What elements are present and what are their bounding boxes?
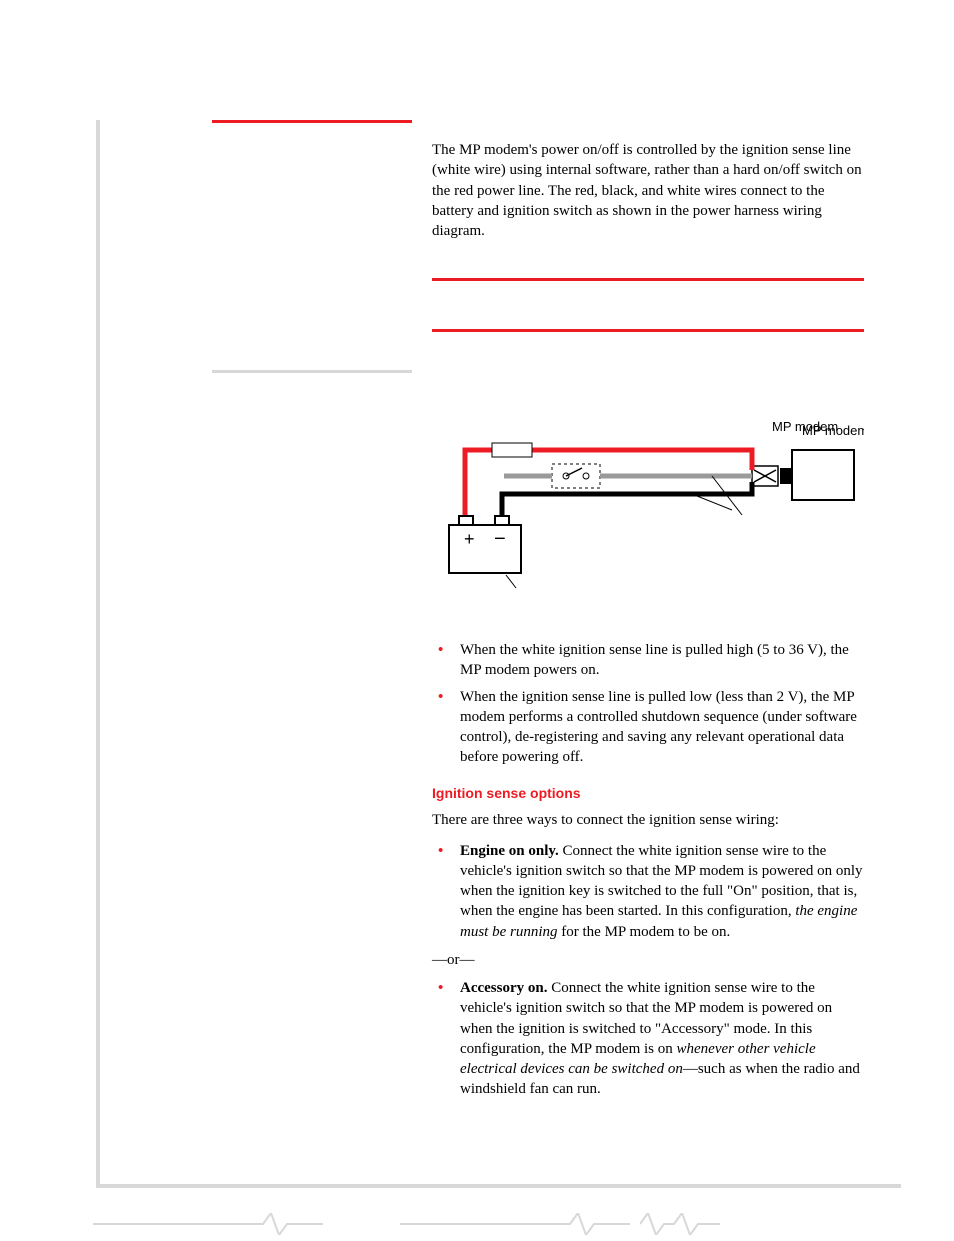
intro-paragraph: The MP modem's power on/off is controlle… <box>432 140 864 241</box>
margin-rule-vertical <box>96 120 100 1188</box>
list-item: Engine on only. Connect the white igniti… <box>432 841 864 942</box>
svg-text:+: + <box>464 529 475 549</box>
figure-rule-top <box>432 278 864 281</box>
bullet-text: When the ignition sense line is pulled l… <box>460 689 857 766</box>
figure-rule-bottom <box>432 329 864 332</box>
body-block: When the white ignition sense line is pu… <box>432 640 864 1106</box>
intro-block: The MP modem's power on/off is controlle… <box>432 140 864 251</box>
or-separator: —or— <box>432 950 864 970</box>
mp-modem-label-text: MP modem <box>772 418 838 436</box>
option-list-1: Engine on only. Connect the white igniti… <box>432 841 864 942</box>
svg-text:−: − <box>494 528 506 550</box>
section-rule-red-short <box>212 120 412 123</box>
wiring-diagram: MP modem + − <box>432 390 864 600</box>
ignition-options-heading: Ignition sense options <box>432 784 864 803</box>
option-lead: Engine on only. <box>460 843 559 859</box>
list-item: Accessory on. Connect the white ignition… <box>432 978 864 1100</box>
page: The MP modem's power on/off is controlle… <box>0 0 954 1235</box>
list-item: When the ignition sense line is pulled l… <box>432 687 864 768</box>
option-tail: for the MP modem to be on. <box>558 924 731 940</box>
bullet-text: When the white ignition sense line is pu… <box>460 642 849 678</box>
option-lead: Accessory on. <box>460 980 547 996</box>
margin-rule-horizontal <box>96 1184 901 1188</box>
sidebar-rule-grey <box>212 370 412 373</box>
options-intro: There are three ways to connect the igni… <box>432 810 864 830</box>
pulse-wave-icon <box>640 1213 720 1235</box>
pulse-wave-icon <box>400 1213 630 1235</box>
option-list-2: Accessory on. Connect the white ignition… <box>432 978 864 1100</box>
list-item: When the white ignition sense line is pu… <box>432 640 864 681</box>
pulse-wave-icon <box>93 1213 323 1235</box>
sense-bullet-list: When the white ignition sense line is pu… <box>432 640 864 768</box>
